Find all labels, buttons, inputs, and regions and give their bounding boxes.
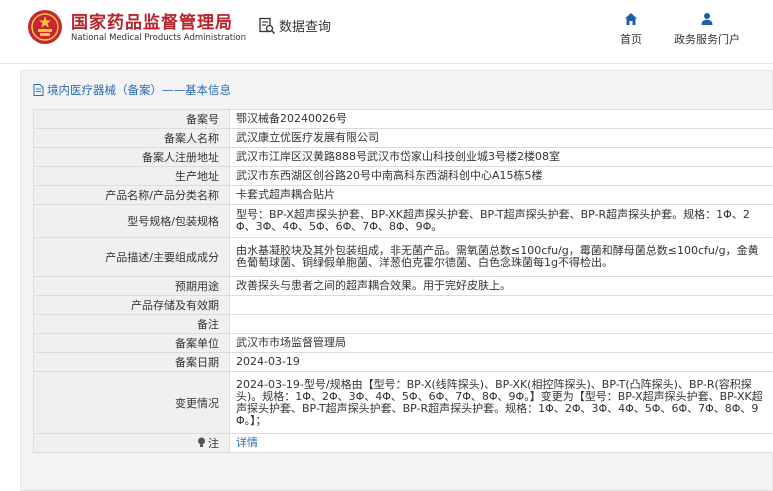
home-icon — [625, 13, 637, 25]
table-row: 变更情况 2024-03-19-型号/规格由【型号：BP-X(线阵探头)、BP-… — [33, 371, 773, 434]
details-link[interactable]: 详情 — [236, 436, 258, 449]
user-icon — [701, 13, 713, 25]
row-value: 改善探头与患者之间的超声耦合效果。用于完好皮肤上。 — [229, 276, 773, 296]
site-header: 国家药品监督管理局 National Medical Products Admi… — [0, 0, 773, 64]
row-label-note: 注 — [33, 433, 230, 453]
info-table: 备案号 鄂汉械备20240026号 备案人名称 武汉康立优医疗发展有限公司 备案… — [33, 109, 773, 453]
row-value: 武汉市市场监督管理局 — [229, 333, 773, 353]
document-icon — [33, 84, 44, 96]
table-row: 注 详情 — [33, 433, 773, 453]
row-label: 生产地址 — [33, 166, 230, 186]
row-value: 由水基凝胶块及其外包装组成，非无菌产品。需氧菌总数≤100cfu/g，霉菌和酵母… — [229, 237, 773, 277]
row-label: 产品名称/产品分类名称 — [33, 185, 230, 205]
info-table-wrap: 备案号 鄂汉械备20240026号 备案人名称 武汉康立优医疗发展有限公司 备案… — [33, 109, 773, 453]
table-row: 产品名称/产品分类名称 卡套式超声耦合贴片 — [33, 185, 773, 205]
row-label: 预期用途 — [33, 276, 230, 296]
row-value: 2024-03-19 — [229, 352, 773, 372]
nav-gov-portal[interactable]: 政务服务门户 — [674, 12, 740, 47]
table-row: 备注 — [33, 314, 773, 334]
row-value: 详情 — [229, 433, 773, 453]
data-query-label: 数据查询 — [279, 20, 332, 35]
row-label: 型号规格/包装规格 — [33, 204, 230, 238]
org-name-en: National Medical Products Administration — [71, 33, 246, 43]
table-row: 备案单位 武汉市市场监督管理局 — [33, 333, 773, 353]
note-label-wrap: 注 — [197, 435, 219, 451]
row-label: 备案单位 — [33, 333, 230, 353]
nav-gov-label: 政务服务门户 — [674, 33, 740, 46]
nav-home[interactable]: 首页 — [620, 12, 642, 47]
table-row: 备案人注册地址 武汉市江岸区汉黄路888号武汉市岱家山科技创业城3号楼2楼08室 — [33, 147, 773, 167]
row-value: 2024-03-19-型号/规格由【型号：BP-X(线阵探头)、BP-XK(相控… — [229, 371, 773, 434]
breadcrumb-text: 境内医疗器械（备案）——基本信息 — [47, 83, 231, 97]
row-value — [229, 295, 773, 315]
table-row: 备案日期 2024-03-19 — [33, 352, 773, 372]
row-value — [229, 314, 773, 334]
row-value: 武汉市东西湖区创谷路20号中南高科东西湖科创中心A15栋5楼 — [229, 166, 773, 186]
row-label: 备案人注册地址 — [33, 147, 230, 167]
national-emblem-icon — [28, 10, 62, 44]
breadcrumb: 境内医疗器械（备案）——基本信息 — [33, 82, 231, 98]
table-row: 备案号 鄂汉械备20240026号 — [33, 109, 773, 129]
row-value: 鄂汉械备20240026号 — [229, 109, 773, 129]
row-value: 型号：BP-X超声探头护套、BP-XK超声探头护套、BP-T超声探头护套、BP-… — [229, 204, 773, 238]
data-query-link[interactable]: 数据查询 — [258, 16, 331, 35]
row-label: 产品存储及有效期 — [33, 295, 230, 315]
row-value: 卡套式超声耦合贴片 — [229, 185, 773, 205]
row-value: 武汉市江岸区汉黄路888号武汉市岱家山科技创业城3号楼2楼08室 — [229, 147, 773, 167]
table-row: 产品存储及有效期 — [33, 295, 773, 315]
table-row: 型号规格/包装规格 型号：BP-X超声探头护套、BP-XK超声探头护套、BP-T… — [33, 204, 773, 238]
row-label: 备案人名称 — [33, 128, 230, 148]
table-row: 产品描述/主要组成成分 由水基凝胶块及其外包装组成，非无菌产品。需氧菌总数≤10… — [33, 237, 773, 277]
table-row: 生产地址 武汉市东西湖区创谷路20号中南高科东西湖科创中心A15栋5楼 — [33, 166, 773, 186]
note-label: 注 — [208, 436, 219, 450]
document-search-icon — [259, 17, 275, 34]
row-label: 变更情况 — [33, 371, 230, 434]
main-panel: 境内医疗器械（备案）——基本信息 备案号 鄂汉械备20240026号 备案人名称… — [20, 70, 773, 491]
org-name-cn: 国家药品监督管理局 — [71, 13, 233, 33]
nav-home-label: 首页 — [620, 33, 642, 46]
table-row: 备案人名称 武汉康立优医疗发展有限公司 — [33, 128, 773, 148]
row-value: 武汉康立优医疗发展有限公司 — [229, 128, 773, 148]
lightbulb-icon — [198, 437, 205, 448]
table-row: 预期用途 改善探头与患者之间的超声耦合效果。用于完好皮肤上。 — [33, 276, 773, 296]
row-label: 产品描述/主要组成成分 — [33, 237, 230, 277]
row-label: 备注 — [33, 314, 230, 334]
row-label: 备案号 — [33, 109, 230, 129]
row-label: 备案日期 — [33, 352, 230, 372]
